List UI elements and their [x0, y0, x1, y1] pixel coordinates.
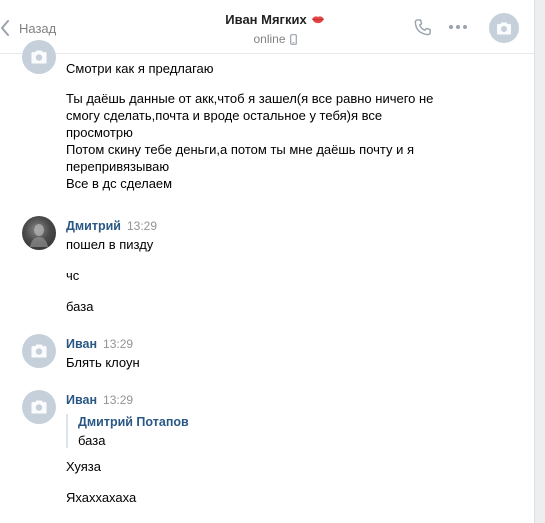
message-text: чс: [66, 268, 80, 283]
message-text: Яхаххахаха: [66, 490, 137, 505]
message-text: Блять клоун: [66, 355, 140, 370]
chat-header: Назад Иван Мягких online: [0, 0, 534, 54]
lips-icon: [311, 16, 324, 24]
chevron-left-icon: [1, 20, 9, 36]
author-name: Иван: [66, 393, 98, 407]
message-author[interactable]: Дмитрий 13:29: [66, 219, 157, 233]
forwarded-quote[interactable]: Дмитрий Потапов база: [66, 414, 189, 448]
camera-icon: [31, 344, 47, 358]
sender-avatar[interactable]: [22, 334, 56, 368]
message-time: 13:29: [103, 393, 134, 407]
message-feed: Смотри как я предлагаю Ты даёшь данные о…: [0, 40, 534, 523]
sender-avatar[interactable]: [22, 390, 56, 424]
quote-text: база: [78, 433, 106, 448]
camera-icon: [31, 50, 47, 64]
phone-icon: [414, 18, 431, 35]
call-button[interactable]: [411, 16, 433, 38]
camera-icon: [31, 400, 47, 414]
message-author[interactable]: Иван 13:29: [66, 337, 133, 351]
chat-title-text: Иван Мягких: [225, 12, 307, 27]
message-text: Ты даёшь данные от акк,чтоб я зашел(я вс…: [66, 91, 434, 191]
more-actions-button[interactable]: [447, 16, 469, 38]
messenger-window: Назад Иван Мягких online Смотри как я пр…: [0, 0, 535, 523]
author-name: Иван: [66, 337, 98, 351]
camera-icon: [497, 22, 511, 34]
message-text: база: [66, 299, 94, 314]
back-button[interactable]: Назад: [0, 18, 56, 38]
online-status-text: online: [253, 32, 286, 46]
author-name: Дмитрий: [66, 219, 121, 233]
message-time: 13:29: [126, 219, 157, 233]
sender-avatar[interactable]: [22, 40, 56, 74]
back-label: Назад: [19, 20, 57, 36]
message-text: Смотри как я предлагаю: [66, 61, 214, 76]
chat-avatar[interactable]: [489, 13, 519, 43]
message-text: пошел в пизду: [66, 237, 154, 252]
message-text: Хуяза: [66, 459, 101, 474]
chat-title-block: Иван Мягких online: [160, 12, 390, 46]
message-author[interactable]: Иван 13:29: [66, 393, 133, 407]
online-status: online: [253, 32, 297, 46]
more-dots-icon: [449, 25, 467, 29]
sender-avatar-dmitry[interactable]: [22, 216, 56, 250]
message-time: 13:29: [103, 337, 134, 351]
chat-title[interactable]: Иван Мягких: [225, 12, 324, 27]
quote-author[interactable]: Дмитрий Потапов: [78, 414, 189, 430]
person-photo-icon: [30, 224, 48, 247]
mobile-phone-icon: [289, 33, 297, 45]
